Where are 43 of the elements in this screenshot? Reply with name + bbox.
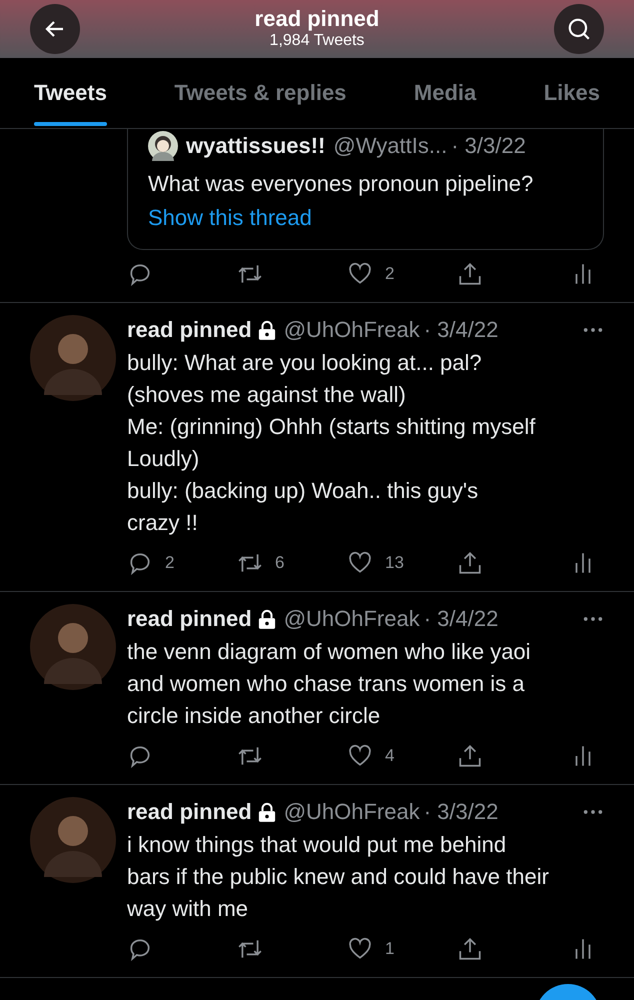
more-icon[interactable]: [582, 809, 604, 815]
back-button[interactable]: [30, 4, 80, 54]
avatar[interactable]: [30, 604, 116, 690]
author-name[interactable]: read pinned: [127, 606, 252, 632]
avatar[interactable]: [30, 797, 116, 883]
action-count: 1: [385, 939, 394, 959]
author-handle[interactable]: @UhOhFreak: [284, 317, 420, 343]
author-handle[interactable]: @UhOhFreak: [284, 606, 420, 632]
tweet-date: · 3/4/22: [424, 317, 498, 343]
tweet-date: · 3/3/22: [424, 799, 498, 825]
avatar-icon: [148, 131, 178, 161]
search-button[interactable]: [554, 4, 604, 54]
action-count: 4: [385, 746, 394, 766]
more-icon[interactable]: [582, 616, 604, 622]
author-name[interactable]: read pinned: [127, 317, 252, 343]
tweet-text: i know things that would put me behind bars if the public knew and could have their way with me: [127, 831, 550, 923]
author-handle[interactable]: @UhOhFreak: [284, 799, 420, 825]
tweet-date: · 3/4/22: [424, 606, 498, 632]
tweet-text: the venn diagram of women who like yaoi and women who chase trans women is a circle inside another circle: [127, 638, 532, 730]
share-icon[interactable]: [457, 936, 483, 962]
more-icon[interactable]: [582, 327, 604, 333]
quoted-tweet-text: What was everyones pronoun pipeline?: [148, 170, 534, 198]
show-thread-link[interactable]: Show this thread: [148, 205, 312, 230]
search-icon[interactable]: [566, 16, 592, 42]
action-count: 6: [275, 553, 284, 573]
action-count: 2: [165, 553, 174, 573]
profile-tab[interactable]: Likes: [544, 58, 600, 128]
tweet-date: · 3/3/22: [451, 133, 526, 159]
share-icon[interactable]: [457, 261, 483, 287]
profile-tab[interactable]: Tweets: [34, 58, 107, 128]
avatar[interactable]: [30, 315, 116, 401]
profile-tab[interactable]: Tweets & replies: [174, 58, 346, 128]
author-handle[interactable]: @WyattIs...: [333, 133, 448, 159]
profile-tab[interactable]: Media: [414, 58, 476, 128]
author-name[interactable]: read pinned: [127, 799, 252, 825]
share-icon[interactable]: [457, 743, 483, 769]
share-icon[interactable]: [457, 550, 483, 576]
action-count: 2: [385, 264, 394, 284]
tweet-count: 1,984 Tweets: [270, 31, 364, 51]
action-count: 13: [385, 553, 404, 573]
tweet-text: bully: What are you looking at... pal? (shoves me against the wall) Me: (grinning) Ohhh (starts shitting myself Loudly) bully: (backing up) Woah.. this guy's crazy !!: [127, 349, 536, 537]
author-name[interactable]: wyattissues!!: [186, 133, 326, 159]
profile-name: read pinned: [254, 7, 380, 31]
